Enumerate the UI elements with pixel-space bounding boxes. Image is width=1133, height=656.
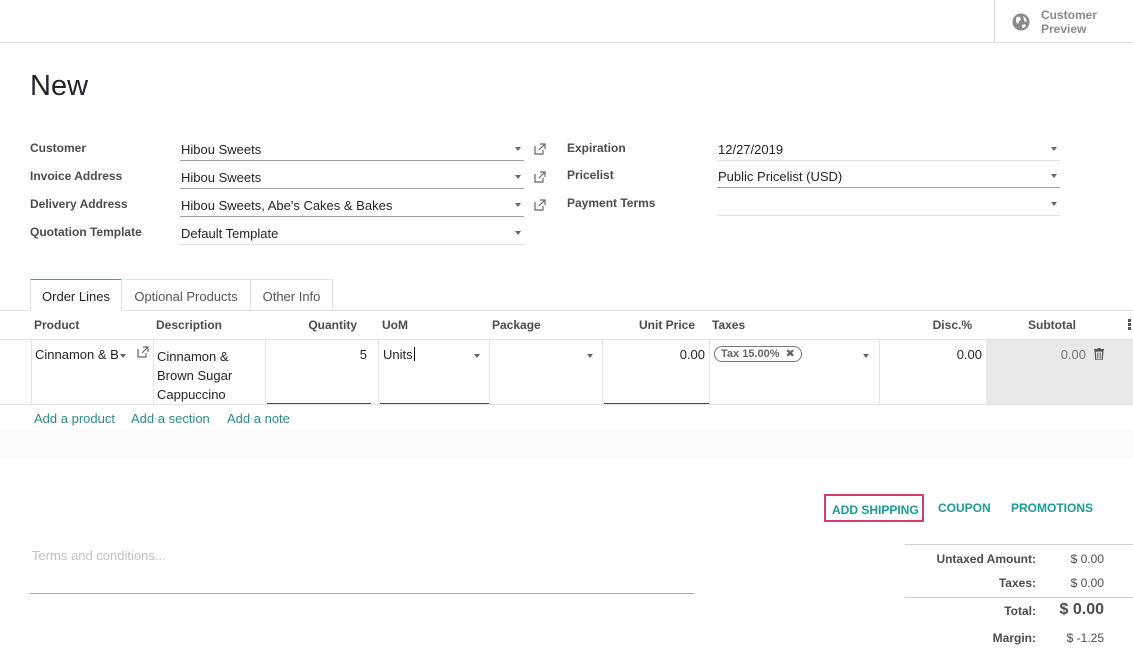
pricelist-label: Pricelist [567, 168, 614, 182]
customer-preview-label-2: Preview [1041, 22, 1087, 36]
add-shipping-button[interactable]: ADD SHIPPING [824, 494, 924, 522]
chevron-down-icon[interactable] [1051, 174, 1057, 178]
quotation-template-value: Default Template [181, 226, 279, 241]
expiration-label: Expiration [567, 141, 626, 155]
chevron-down-icon[interactable] [120, 354, 126, 358]
col-header-description[interactable]: Description [156, 318, 222, 332]
terms-placeholder: Terms and conditions... [32, 548, 166, 563]
trash-icon[interactable] [1094, 348, 1104, 360]
chevron-down-icon[interactable] [515, 231, 521, 235]
expiration-field[interactable]: 12/27/2019 [717, 138, 1060, 161]
customer-label: Customer [30, 141, 87, 155]
column-options-icon[interactable] [1128, 319, 1131, 331]
add-shipping-label: ADD SHIPPING [832, 503, 919, 517]
col-header-quantity[interactable]: Quantity [270, 318, 357, 332]
invoice-address-field[interactable]: Hibou Sweets [180, 166, 524, 189]
header-divider [0, 339, 1133, 340]
customer-preview-button[interactable]: Customer Preview [994, 0, 1133, 42]
col-header-subtotal[interactable]: Subtotal [986, 318, 1076, 332]
quotation-template-label: Quotation Template [30, 225, 142, 239]
product-value[interactable]: Cinnamon & B [35, 347, 119, 362]
discount-value[interactable]: 0.00 [883, 347, 982, 362]
payment-terms-field[interactable] [717, 193, 1060, 216]
chevron-down-icon[interactable] [474, 354, 480, 358]
untaxed-amount-label: Untaxed Amount: [936, 552, 1036, 566]
chevron-down-icon[interactable] [587, 354, 593, 358]
close-icon[interactable]: ✖ [786, 348, 795, 360]
terms-conditions-input[interactable]: Terms and conditions... [30, 548, 694, 594]
delivery-address-label: Delivery Address [30, 197, 128, 211]
col-header-product[interactable]: Product [34, 318, 79, 332]
tab-order-lines[interactable]: Order Lines [30, 279, 122, 311]
description-value[interactable]: Cinnamon & Brown Sugar Cappuccino [157, 347, 232, 404]
chevron-down-icon[interactable] [515, 175, 521, 179]
total-value: $ 0.00 [1059, 601, 1104, 618]
taxes-value: $ 0.00 [1070, 576, 1104, 590]
uom-value[interactable]: Units [383, 347, 415, 362]
chevron-down-icon[interactable] [515, 203, 521, 207]
add-note-link[interactable]: Add a note [227, 411, 290, 426]
globe-icon [1012, 13, 1030, 31]
col-header-unit-price[interactable]: Unit Price [600, 318, 695, 332]
chevron-down-icon[interactable] [515, 147, 521, 151]
customer-value: Hibou Sweets [181, 142, 262, 157]
external-link-icon[interactable] [136, 345, 150, 359]
row-divider [0, 404, 1133, 405]
external-link-icon[interactable] [533, 198, 547, 212]
subtotal-value: 0.00 [1060, 347, 1086, 362]
customer-preview-label-1: Customer [1041, 8, 1098, 22]
add-section-link[interactable]: Add a section [131, 411, 210, 426]
expiration-value: 12/27/2019 [718, 142, 784, 157]
chevron-down-icon[interactable] [863, 354, 869, 358]
unit-price-value[interactable]: 0.00 [605, 347, 705, 362]
external-link-icon[interactable] [533, 142, 547, 156]
pricelist-field[interactable]: Public Pricelist (USD) [717, 165, 1060, 188]
col-header-disc[interactable]: Disc.% [880, 318, 972, 332]
invoice-address-value: Hibou Sweets [181, 170, 262, 185]
total-label: Total: [1004, 604, 1036, 618]
customer-field[interactable]: Hibou Sweets [180, 138, 524, 161]
taxes-label: Taxes: [998, 576, 1036, 590]
chevron-down-icon[interactable] [1051, 147, 1057, 151]
chevron-down-icon[interactable] [1051, 202, 1057, 206]
external-link-icon[interactable] [533, 170, 547, 184]
pricelist-value: Public Pricelist (USD) [718, 169, 843, 184]
delivery-address-value: Hibou Sweets, Abe's Cakes & Bakes [181, 198, 393, 213]
tax-tag[interactable]: Tax 15.00% ✖ [714, 346, 802, 362]
col-header-uom[interactable]: UoM [382, 318, 408, 332]
invoice-address-label: Invoice Address [30, 169, 123, 183]
tabs-divider [0, 310, 1133, 311]
margin-label: Margin: [992, 631, 1036, 645]
totals-top-divider [905, 544, 1133, 545]
col-header-package[interactable]: Package [492, 318, 541, 332]
promotions-button[interactable]: PROMOTIONS [1011, 501, 1093, 515]
col-header-taxes[interactable]: Taxes [712, 318, 745, 332]
coupon-button[interactable]: COUPON [938, 501, 991, 515]
empty-rows-band [0, 430, 1133, 458]
delivery-address-field[interactable]: Hibou Sweets, Abe's Cakes & Bakes [180, 194, 524, 217]
add-product-link[interactable]: Add a product [34, 411, 115, 426]
payment-terms-label: Payment Terms [567, 196, 656, 210]
tab-optional-products[interactable]: Optional Products [121, 279, 251, 310]
margin-value: $ -1.25 [1066, 631, 1104, 645]
page-title: New [30, 70, 89, 102]
quotation-template-field[interactable]: Default Template [180, 222, 524, 245]
totals-divider [905, 597, 1133, 598]
quantity-value[interactable]: 5 [270, 347, 367, 362]
tab-other-info[interactable]: Other Info [250, 279, 333, 310]
untaxed-amount-value: $ 0.00 [1070, 552, 1104, 566]
text-cursor [413, 347, 415, 361]
top-bar: Customer Preview [0, 0, 1133, 43]
